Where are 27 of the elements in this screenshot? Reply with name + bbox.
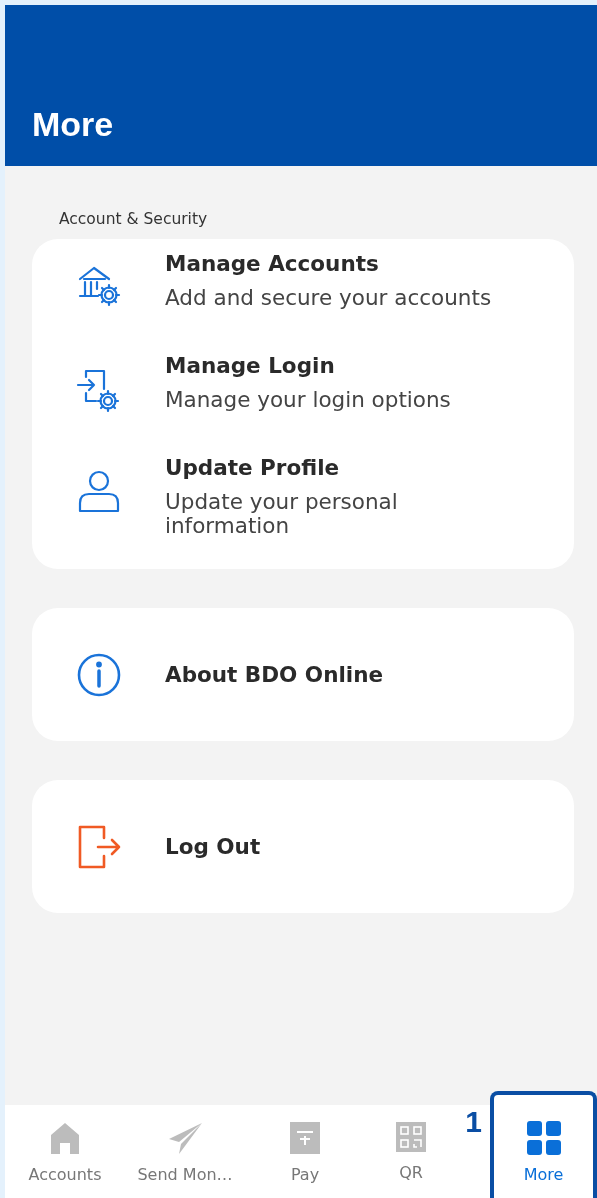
menu-item-title: Manage Accounts [165, 251, 380, 276]
menu-item-description: Add and secure your accounts [165, 286, 492, 311]
menu-item-description: Update your personal information [165, 489, 399, 540]
nav-tab[interactable]: Send Mon… [125, 1105, 245, 1198]
menu-card[interactable]: Log Out [32, 780, 574, 914]
menu-card[interactable]: About BDO Online [32, 608, 574, 742]
page-title: More [32, 105, 114, 144]
menu-item-title: About BDO Online [165, 662, 384, 688]
nav-tab[interactable]: More [490, 1091, 597, 1198]
menu-item-title: Log Out [165, 834, 261, 860]
menu-item-title: Update Profile [165, 454, 341, 480]
qr-code-icon [395, 1121, 427, 1153]
home-icon [49, 1121, 81, 1155]
section-label: Account & Security [59, 210, 209, 228]
callout-number: 1 [464, 1107, 483, 1137]
menu-item[interactable]: Manage Login Manage your login options [32, 340, 574, 443]
nav-tab[interactable]: Accounts [5, 1105, 125, 1198]
nav-tab[interactable]: QR [365, 1105, 457, 1198]
menu-item-title: Manage Login [165, 352, 336, 378]
paper-plane-icon [167, 1121, 203, 1155]
receipt-icon [289, 1121, 321, 1155]
menu-item[interactable]: Update Profile Update your personal information [32, 442, 574, 570]
nav-tab[interactable]: Pay [245, 1105, 365, 1198]
menu-item-description: Manage your login options [165, 387, 451, 413]
info-icon [75, 651, 122, 698]
menu-item[interactable]: Manage Accounts Add and secure your accounts [32, 239, 574, 341]
grid-icon [526, 1121, 561, 1155]
